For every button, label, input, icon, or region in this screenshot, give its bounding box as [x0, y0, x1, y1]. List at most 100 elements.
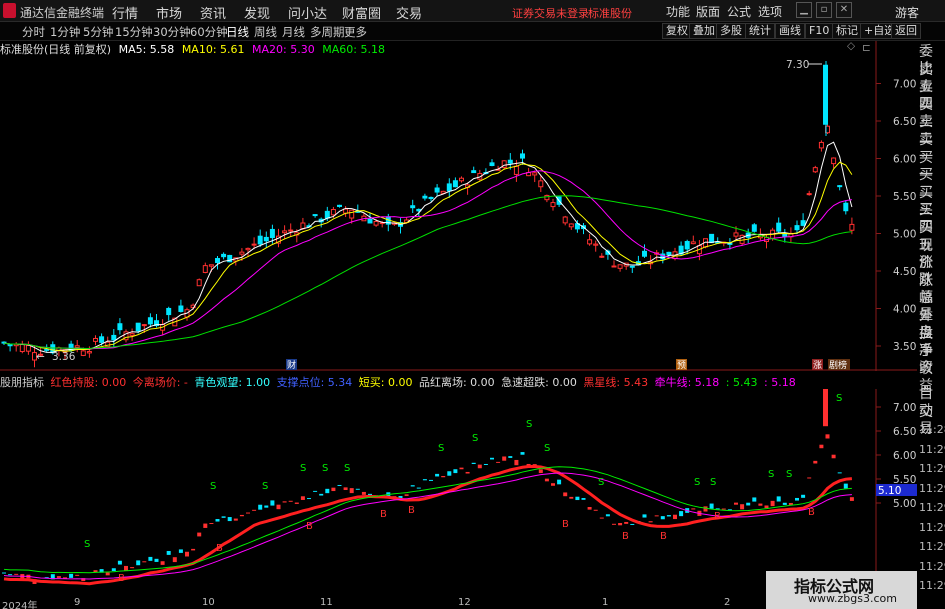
menu-gongshi[interactable]: 公式	[727, 3, 751, 20]
menu-jiaoyi[interactable]: 交易	[396, 3, 422, 22]
ind-support: 支撑点位: 5.34	[276, 376, 353, 389]
ind-candle	[557, 479, 562, 485]
candle-body	[221, 253, 227, 258]
ind-candle	[221, 516, 226, 518]
trade-time: 11:29	[919, 540, 945, 553]
x-tick: 2024年	[2, 601, 38, 609]
zhang-marker[interactable]: 涨	[813, 360, 822, 371]
menu-wenxiaoda[interactable]: 问小达	[288, 3, 327, 22]
menu-zixun[interactable]: 资讯	[200, 3, 226, 22]
tab-5min[interactable]: 5分钟	[83, 24, 113, 40]
ind-candle	[258, 504, 263, 510]
y-tick-label: 5.50	[893, 191, 916, 203]
ind-candle	[142, 561, 147, 563]
ind-candle	[599, 517, 604, 519]
menu-xuanxiang[interactable]: 选项	[758, 3, 782, 20]
x-tick: 10	[202, 597, 215, 608]
ind-red-hold: 红色持股: 0.00	[50, 376, 127, 389]
guest-label[interactable]: 游客	[895, 4, 919, 21]
tab-weekly[interactable]: 周线	[254, 24, 277, 40]
candle-body	[141, 324, 147, 327]
menu-gongneng[interactable]: 功能	[666, 3, 690, 20]
fuquan-button[interactable]: 复权	[662, 23, 692, 39]
login-brand[interactable]: 标准股份	[588, 5, 632, 21]
ind-candle	[673, 514, 677, 520]
candle-body	[288, 229, 294, 232]
menu-hangqing[interactable]: 行情	[112, 3, 138, 22]
candle-body	[733, 232, 739, 237]
candle-body	[239, 251, 245, 255]
tab-1min[interactable]: 1分钟	[50, 24, 80, 40]
tab-30min[interactable]: 30分钟	[153, 24, 191, 40]
ind-candle	[288, 500, 293, 502]
candle-body	[532, 172, 538, 176]
ind-candle	[734, 502, 738, 505]
ind-candle	[581, 498, 586, 500]
candle-body	[751, 224, 757, 232]
mark-button[interactable]: 标记	[832, 23, 862, 39]
menu-shichang[interactable]: 市场	[156, 3, 182, 22]
overlay-button[interactable]: 叠加	[689, 23, 719, 39]
settings-diamond-icon[interactable]: ◇	[847, 41, 856, 52]
sell-signal: S	[84, 539, 90, 550]
stats-button[interactable]: 统计	[745, 23, 775, 39]
ind-candle	[148, 556, 153, 561]
ind-candle	[343, 487, 348, 491]
sell-signal: S	[344, 463, 350, 474]
tab-15min[interactable]: 15分钟	[115, 24, 153, 40]
ind-candle	[782, 502, 787, 505]
login-notice[interactable]: 证券交易未登录	[512, 5, 589, 21]
menu-faxian[interactable]: 发现	[244, 3, 270, 22]
candle-body	[837, 185, 843, 188]
bao-marker[interactable]: 剧榜	[829, 359, 847, 371]
ind-candle	[239, 514, 244, 517]
ma10-line	[3, 161, 853, 352]
ind-candle	[459, 467, 464, 470]
tab-fenshi[interactable]: 分时	[22, 24, 45, 40]
restore-icon[interactable]: ▫	[816, 2, 832, 18]
tab-daily[interactable]: 日线	[226, 24, 249, 40]
ind-candle	[752, 497, 757, 502]
panel-toggle-icon[interactable]: ⊏	[862, 42, 871, 54]
indicator-name[interactable]: 股朋指标	[0, 376, 44, 389]
candle-body	[709, 233, 715, 244]
ind-candle	[514, 459, 519, 466]
menu-banmian[interactable]: 版面	[696, 3, 720, 20]
candle-body	[568, 223, 574, 228]
yu-marker[interactable]: 预	[677, 360, 686, 371]
draw-line-button[interactable]: 画线	[775, 23, 805, 39]
ind-candle	[477, 464, 482, 469]
close-icon[interactable]: ✕	[836, 2, 852, 18]
ind-candle	[154, 558, 159, 562]
ind-candle	[490, 457, 494, 460]
candle-body	[257, 235, 263, 245]
candle-body	[434, 187, 440, 193]
multi-stock-button[interactable]: 多股	[716, 23, 746, 39]
ind-candle	[307, 498, 311, 500]
ind-candle	[172, 557, 177, 563]
tab-more[interactable]: 更多	[344, 24, 367, 40]
ind-y-tick-label: 6.00	[893, 450, 916, 462]
back-button[interactable]: 返回	[891, 23, 921, 39]
tab-monthly[interactable]: 月线	[282, 24, 305, 40]
indicator-chart[interactable]: 7.006.506.005.505.00 SS SS S SSSSSS S SS SSBBB…	[0, 389, 917, 597]
candle-body	[794, 225, 800, 231]
ind-candle	[740, 504, 745, 510]
f10-button[interactable]: F10	[805, 23, 834, 39]
minimize-icon[interactable]: ▁	[796, 2, 812, 18]
ind-candle	[612, 523, 616, 525]
main-kline-chart[interactable]: 7.00 6.50 6.00 5.50 5.00 4.50 4.00 3.50 7.30 3.…	[0, 41, 917, 371]
candle-body	[117, 323, 123, 331]
menu-caifuquan[interactable]: 财富圈	[342, 3, 381, 22]
cai-marker[interactable]: 财	[287, 359, 296, 371]
high-annotation: 7.30	[786, 59, 809, 71]
tab-60min[interactable]: 60分钟	[190, 24, 228, 40]
sell-signal: S	[210, 481, 216, 492]
ind-candle	[807, 477, 812, 479]
ind-candle	[502, 456, 507, 461]
candle-body	[367, 218, 373, 224]
tab-multi-period[interactable]: 多周期	[310, 24, 345, 40]
ind-candle	[563, 492, 568, 497]
ind-candle	[105, 572, 110, 576]
candle-body	[422, 195, 428, 199]
